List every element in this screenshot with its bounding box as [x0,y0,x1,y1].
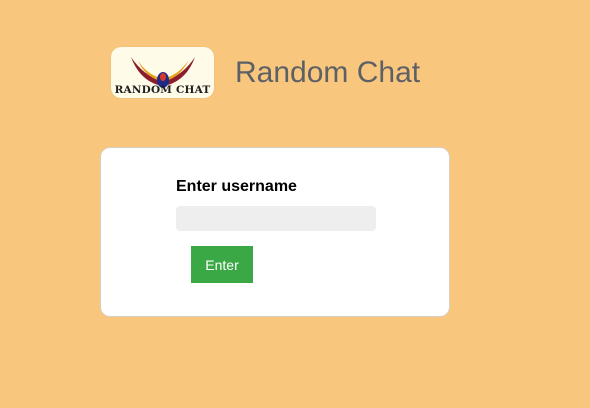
username-label: Enter username [176,178,297,195]
username-input[interactable] [176,206,376,231]
logo-text: RANDOM CHAT [114,84,211,96]
app-header: RANDOM CHAT Random Chat [111,47,420,98]
enter-button[interactable]: Enter [191,246,253,283]
page-title: Random Chat [235,55,421,89]
login-card: Enter username Enter [100,147,450,317]
app-logo: RANDOM CHAT [111,47,214,98]
